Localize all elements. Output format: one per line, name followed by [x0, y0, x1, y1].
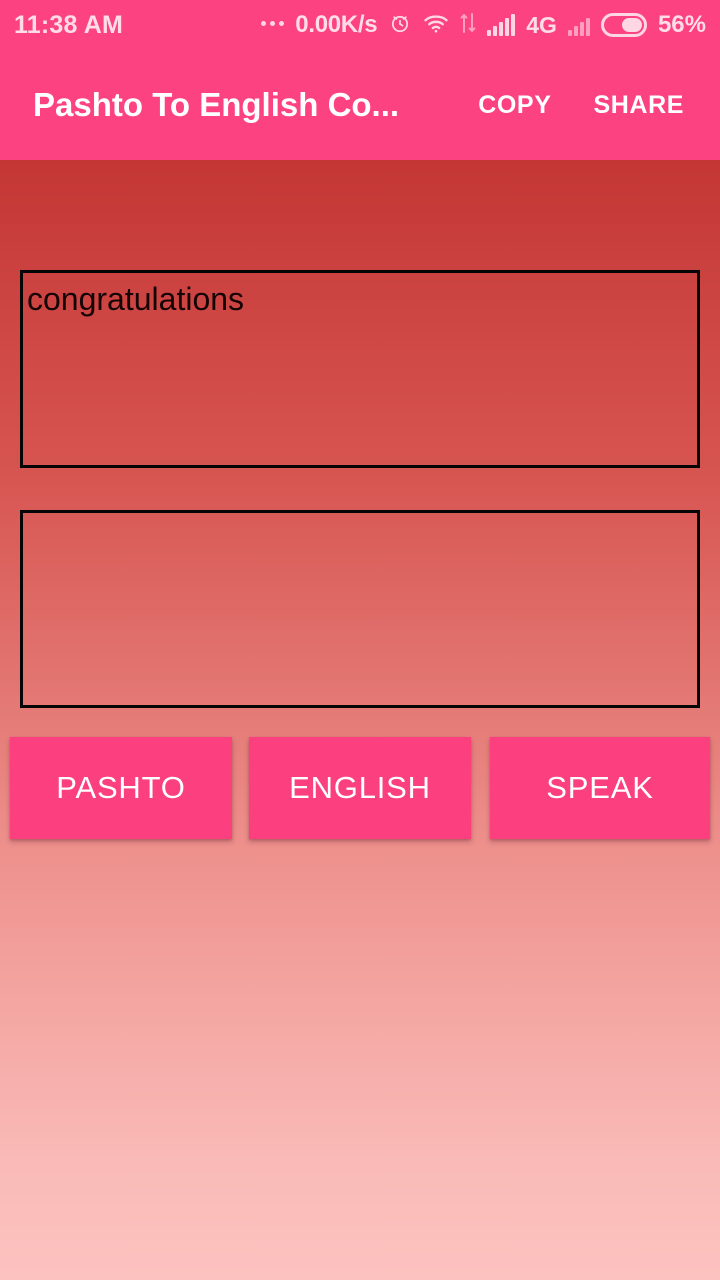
battery-icon [600, 13, 647, 37]
phone-screen: 11:38 AM 0.00K/s 4G 56% Pashto To Englis… [0, 0, 720, 1280]
translated-text-output[interactable] [20, 510, 700, 708]
action-button-row: PASHTO ENGLISH SPEAK [0, 737, 720, 839]
english-button[interactable]: ENGLISH [249, 737, 471, 839]
alarm-clock-icon [388, 11, 412, 40]
network-type-label: 4G [526, 11, 557, 38]
pashto-button[interactable]: PASHTO [10, 737, 232, 839]
copy-button[interactable]: COPY [476, 85, 553, 126]
main-content: congratulations PASHTO ENGLISH SPEAK [0, 160, 720, 1280]
signal-bars-icon-2 [567, 14, 590, 36]
status-bar: 11:38 AM 0.00K/s 4G 56% [0, 0, 720, 50]
signal-bars-icon-1 [487, 14, 516, 36]
app-bar-actions: COPY SHARE [476, 85, 702, 126]
page-title: Pashto To English Co... [33, 86, 400, 123]
status-clock: 11:38 AM [14, 10, 124, 39]
share-button[interactable]: SHARE [591, 85, 686, 126]
data-transfer-arrows-icon [460, 12, 476, 39]
battery-percent-label: 56% [657, 11, 706, 38]
speak-button[interactable]: SPEAK [490, 737, 710, 839]
source-text-value: congratulations [27, 281, 245, 317]
app-bar: Pashto To English Co... COPY SHARE [0, 50, 720, 160]
status-bar-icons: 0.00K/s 4G 56% [261, 11, 706, 40]
battery-fill [621, 18, 642, 32]
overflow-dots-icon [261, 21, 285, 29]
network-speed-label: 0.00K/s [295, 11, 378, 38]
wifi-icon [423, 12, 449, 39]
source-text-input[interactable]: congratulations [20, 270, 700, 468]
